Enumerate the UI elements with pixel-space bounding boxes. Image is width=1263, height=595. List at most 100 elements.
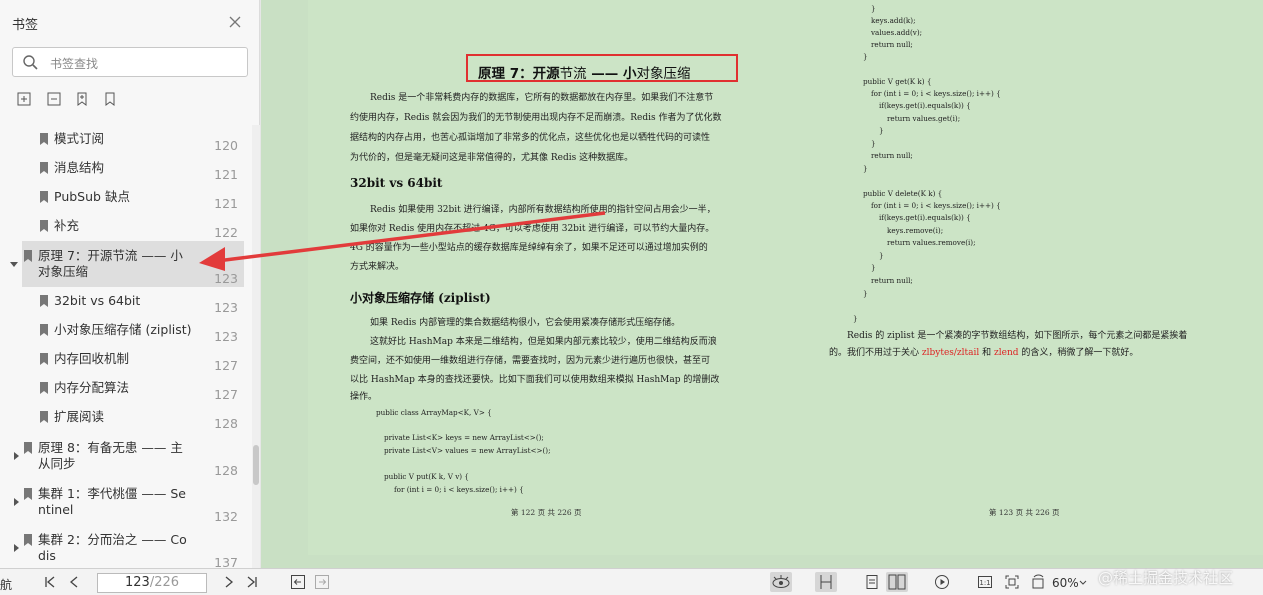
bookmark-icon [24, 534, 32, 546]
title-part: 对象压缩 [636, 66, 691, 82]
bookmark-label: 扩展阅读 [54, 409, 105, 424]
code-line: } [863, 289, 868, 298]
add-bookmark-icon[interactable] [74, 91, 90, 107]
highlight-term: zlbytes/zltail [921, 348, 980, 358]
code-line: public V put(K k, V v) { [384, 472, 469, 481]
paragraph-line: Redis 是一个非常耗费内存的数据库，它所有的数据都放在内存里。如果我们不注意… [370, 93, 714, 103]
paragraph-line: 如果 Redis 内部管理的集合数据结构很小，它会使用紧凑存储形式压缩存储。 [370, 318, 681, 328]
bookmark-icon [24, 250, 32, 262]
bookmark-item[interactable]: 消息结构 121 [0, 154, 252, 183]
svg-text:1:1: 1:1 [979, 579, 990, 587]
document-view[interactable]: 原理 7：开源节流 —— 小对象压缩 Redis 是一个非常耗费内存的数据库，它… [261, 0, 1263, 568]
bookmark-icon [40, 133, 48, 145]
highlight-term: zlend [994, 348, 1019, 358]
bookmark-tree: 模式订阅 120 消息结构 121 PubSub 缺点 121 补充 122 原… [0, 125, 252, 568]
bookmark-icon [24, 442, 32, 454]
bookmark-label: 内存分配算法 [54, 380, 130, 395]
bookmark-label: 小对象压缩存储 (ziplist) [54, 322, 192, 337]
bookmark-page: 123 [214, 329, 238, 344]
bookmark-search-input[interactable]: 书签查找 [12, 47, 248, 77]
code-line: return values.remove(i); [887, 238, 976, 247]
bookmark-item[interactable]: 原理 8：有备无患 —— 主 从同步 128 [0, 433, 252, 479]
section-heading: 小对象压缩存储 (ziplist) [350, 291, 491, 305]
bookmark-icon [40, 191, 48, 203]
bookmark-icon [40, 295, 48, 307]
last-page-icon[interactable] [244, 574, 260, 590]
forward-icon[interactable] [314, 574, 330, 590]
code-line: } [871, 139, 876, 148]
bottom-toolbar: 航 123/226 1:1 60% [0, 568, 1263, 595]
bookmark-label-line2: dis [38, 548, 56, 563]
back-icon[interactable] [290, 574, 306, 590]
bookmark-icon [40, 382, 48, 394]
bookmark-page: 123 [214, 300, 238, 315]
code-line: } [871, 263, 876, 272]
code-line: if(keys.get(i).equals(k)) { [879, 101, 971, 110]
bookmark-icon [40, 353, 48, 365]
text-run: 的含义，稍微了解一下就好。 [1018, 348, 1139, 358]
collapsed-triangle-icon[interactable] [12, 491, 20, 506]
title-part: —— [586, 66, 623, 82]
first-page-icon[interactable] [42, 574, 58, 590]
paragraph-line: 这就好比 HashMap 本来是二维结构，但是如果内部元素比较少，使用二维结构反… [370, 337, 717, 347]
next-page-icon[interactable] [221, 574, 237, 590]
bookmark-item[interactable]: 集群 2：分而治之 —— Co dis 137 [0, 525, 252, 568]
bookmark-page: 121 [214, 167, 238, 182]
code-line: return null; [871, 40, 913, 49]
bookmark-icon [24, 488, 32, 500]
zoom-level[interactable]: 60% [1052, 576, 1079, 590]
close-icon[interactable] [228, 14, 242, 28]
eye-protection-icon[interactable] [770, 572, 792, 592]
bookmark-item[interactable]: 模式订阅 120 [0, 125, 252, 154]
bookmark-item[interactable]: 32bit vs 64bit 123 [0, 287, 252, 316]
code-line: for (int i = 0; i < keys.size(); i++) { [871, 201, 1001, 210]
play-icon[interactable] [934, 574, 950, 590]
bookmark-page: 128 [214, 416, 238, 431]
code-line: for (int i = 0; i < keys.size(); i++) { [394, 485, 524, 494]
bookmark-page: 120 [214, 138, 238, 153]
two-page-icon[interactable] [886, 572, 908, 592]
fit-page-icon[interactable] [1004, 574, 1020, 590]
code-line: return null; [871, 151, 913, 160]
bookmark-page: 137 [214, 555, 238, 568]
code-line: for (int i = 0; i < keys.size(); i++) { [871, 89, 1001, 98]
bookmark-label: 32bit vs 64bit [54, 293, 141, 308]
bookmark-label: 补充 [54, 218, 80, 233]
bookmark-label: 原理 8：有备无患 —— 主 [38, 440, 183, 455]
bookmark-item[interactable]: 内存回收机制 127 [0, 345, 252, 374]
collapsed-triangle-icon[interactable] [12, 537, 20, 552]
bookmark-icon [40, 162, 48, 174]
collapsed-triangle-icon[interactable] [12, 445, 20, 460]
bookmark-page: 128 [214, 463, 238, 478]
expanded-triangle-icon[interactable] [10, 253, 18, 267]
bookmark-page: 132 [214, 509, 238, 524]
search-placeholder: 书签查找 [50, 57, 99, 71]
expand-all-icon[interactable] [16, 91, 32, 107]
bookmark-label: 消息结构 [54, 160, 105, 175]
bookmark-icon[interactable] [102, 91, 118, 107]
rotate-icon[interactable] [1030, 574, 1046, 590]
paragraph-line: 费空间，还不如使用一维数组进行存储，需要查找时，因为元素少进行遍历也很快，甚至可 [350, 356, 711, 366]
bookmark-item[interactable]: 集群 1：李代桃僵 —— Se ntinel 132 [0, 479, 252, 525]
chevron-down-icon[interactable] [1078, 574, 1088, 590]
bookmark-label: 集群 2：分而治之 —— Co [38, 532, 187, 547]
bookmark-item[interactable]: 内存分配算法 127 [0, 374, 252, 403]
page-122: 原理 7：开源节流 —— 小对象压缩 Redis 是一个非常耗费内存的数据库，它… [308, 0, 783, 555]
bookmark-item[interactable]: 扩展阅读 128 [0, 403, 252, 432]
scrollbar-thumb[interactable] [253, 445, 259, 485]
code-line: public V delete(K k) { [863, 189, 943, 198]
search-icon [22, 54, 38, 70]
collapse-all-icon[interactable] [46, 91, 62, 107]
text-run: 的。我们不用过于关心 [829, 348, 922, 358]
page-number-input[interactable]: 123/226 [97, 573, 207, 593]
prev-page-icon[interactable] [66, 574, 82, 590]
actual-size-icon[interactable]: 1:1 [977, 574, 993, 590]
code-line: return values.get(i); [887, 114, 961, 123]
paragraph-line: 以比 HashMap 本身的查找还要快。比如下面我们可以使用数组来模拟 Hash… [350, 375, 720, 385]
single-page-icon[interactable] [864, 574, 880, 590]
page-footer: 第 122 页 共 226 页 [511, 508, 582, 517]
sidebar-scrollbar[interactable] [252, 125, 260, 568]
bookmark-item[interactable]: 小对象压缩存储 (ziplist) 123 [0, 316, 252, 345]
bookmark-panel: 书签 书签查找 模式订阅 120 消息结构 121 PubSub 缺点 121 … [0, 0, 260, 568]
continuous-scroll-icon[interactable] [815, 572, 837, 592]
